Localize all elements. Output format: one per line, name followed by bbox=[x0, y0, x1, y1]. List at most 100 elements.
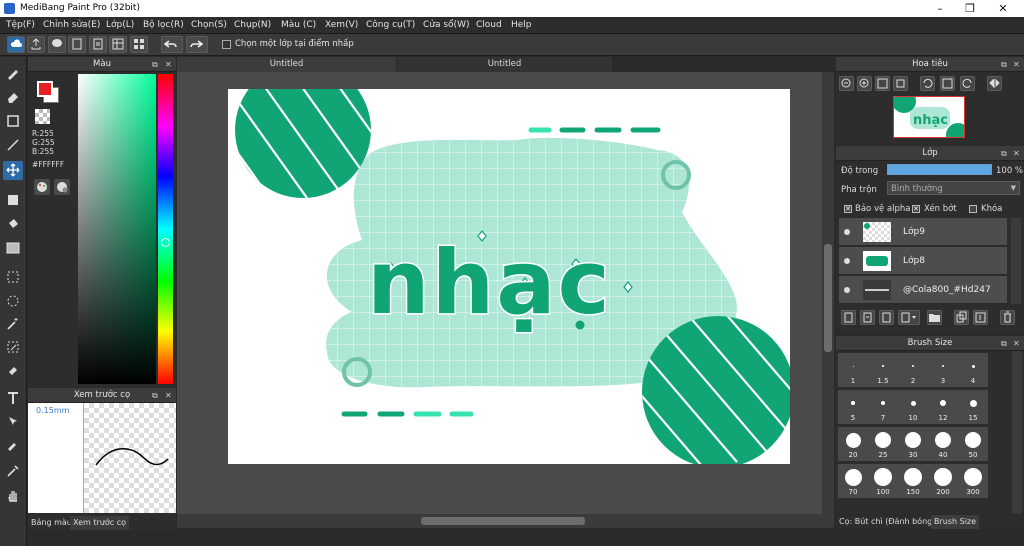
brush-size-scrollbar[interactable] bbox=[1012, 351, 1022, 514]
visibility-icon[interactable] bbox=[844, 258, 850, 264]
tab-palette[interactable]: Bảng màu bbox=[28, 516, 75, 530]
magic-wand-tool[interactable] bbox=[3, 315, 23, 334]
select-layer-at-click-checkbox[interactable] bbox=[222, 40, 231, 49]
move-tool[interactable] bbox=[3, 161, 23, 180]
fill-tool[interactable] bbox=[3, 191, 23, 210]
add-halftone-layer-button[interactable] bbox=[860, 310, 875, 325]
brush-size-cell[interactable]: 40 bbox=[928, 427, 958, 461]
layer-row[interactable]: Lớp8 bbox=[839, 247, 1007, 275]
undock-icon[interactable]: ⧉ bbox=[1001, 57, 1007, 72]
brush-size-cell[interactable]: 30 bbox=[898, 427, 928, 461]
vertical-scrollbar[interactable] bbox=[822, 72, 834, 514]
brush-size-cell[interactable]: 2 bbox=[898, 353, 928, 387]
line-tool[interactable] bbox=[3, 136, 23, 155]
tab-brush[interactable]: Cọ: Bút chì (Đánh bóng) bbox=[836, 515, 938, 529]
tab-brush-preview[interactable]: Xem trước cọ bbox=[70, 516, 130, 530]
navigator-thumbnail[interactable]: nhạc bbox=[892, 89, 970, 147]
brush-size-cell[interactable]: 10 bbox=[898, 390, 928, 424]
brush-size-cell[interactable]: 5 bbox=[838, 390, 868, 424]
select-eraser-tool[interactable] bbox=[3, 361, 23, 380]
upload-button[interactable] bbox=[27, 36, 45, 53]
brush-size-cell[interactable]: 150 bbox=[898, 464, 928, 498]
menu-capture[interactable]: Chụp(N) bbox=[234, 20, 271, 30]
shape-tool[interactable] bbox=[3, 112, 23, 131]
panel-close-icon[interactable]: ✕ bbox=[1013, 57, 1020, 72]
reset-rotation-button[interactable] bbox=[940, 76, 955, 91]
panel-close-icon[interactable]: ✕ bbox=[1013, 336, 1020, 351]
close-button[interactable]: ✕ bbox=[988, 0, 1018, 17]
brush-size-cell[interactable]: 3 bbox=[928, 353, 958, 387]
delete-layer-button[interactable] bbox=[1000, 310, 1015, 325]
layer-row[interactable]: Lớp9 bbox=[839, 218, 1007, 246]
menu-edit[interactable]: Chỉnh sửa(E) bbox=[43, 20, 100, 30]
grid-button[interactable] bbox=[109, 36, 127, 53]
menu-filter[interactable]: Bộ lọc(R) bbox=[143, 20, 184, 30]
blend-mode-select[interactable]: Bình thường ▼ bbox=[887, 181, 1020, 195]
brush-size-cell[interactable]: 300 bbox=[958, 464, 988, 498]
brush-size-cell[interactable]: 15 bbox=[958, 390, 988, 424]
canvas-workspace[interactable]: nhạc bbox=[177, 72, 822, 514]
comment-button[interactable] bbox=[48, 36, 66, 53]
zoom-in-button[interactable] bbox=[857, 76, 872, 91]
protect-alpha-checkbox[interactable]: ✕ bbox=[844, 205, 852, 213]
add-layer-button[interactable] bbox=[841, 310, 856, 325]
transparent-color-swatch[interactable] bbox=[35, 109, 50, 124]
menu-help[interactable]: Help bbox=[511, 20, 532, 30]
doc-tab-1[interactable]: Untitled bbox=[177, 57, 396, 72]
text-tool[interactable] bbox=[3, 389, 23, 408]
gradient-tool[interactable] bbox=[3, 239, 23, 258]
lasso-tool[interactable] bbox=[3, 292, 23, 311]
brush-size-cell[interactable]: 12 bbox=[928, 390, 958, 424]
brush-size-cell[interactable]: 100 bbox=[868, 464, 898, 498]
redo-button[interactable] bbox=[186, 36, 208, 53]
panel-close-icon[interactable]: ✕ bbox=[1013, 146, 1020, 161]
brush-size-cell[interactable]: 25 bbox=[868, 427, 898, 461]
brush-size-cell[interactable]: 4 bbox=[958, 353, 988, 387]
panel-close-icon[interactable]: ✕ bbox=[165, 57, 172, 72]
add-folder-button[interactable] bbox=[927, 310, 942, 325]
undock-icon[interactable]: ⧉ bbox=[1001, 336, 1007, 351]
layer-row[interactable]: @Cola800_#Hd247 bbox=[839, 276, 1007, 304]
primary-color-front[interactable] bbox=[37, 81, 53, 97]
visibility-icon[interactable] bbox=[844, 229, 850, 235]
tab-brush-size[interactable]: Brush Size bbox=[931, 515, 980, 529]
brush-size-cell[interactable]: 1 bbox=[838, 353, 868, 387]
layer-scrollbar[interactable] bbox=[1011, 218, 1021, 304]
brush-size-cell[interactable]: 200 bbox=[928, 464, 958, 498]
menu-tools[interactable]: Công cụ(T) bbox=[366, 20, 415, 30]
panel-close-icon[interactable]: ✕ bbox=[165, 388, 172, 403]
palette-settings-button[interactable] bbox=[54, 179, 70, 195]
saturation-value-picker[interactable] bbox=[78, 74, 156, 384]
clip-checkbox[interactable]: ✕ bbox=[912, 205, 920, 213]
select-tool[interactable] bbox=[3, 268, 23, 287]
horizontal-scroll-thumb[interactable] bbox=[421, 517, 585, 525]
flip-horizontal-button[interactable] bbox=[987, 76, 1002, 91]
brush-size-cell[interactable]: 50 bbox=[958, 427, 988, 461]
zoom-out-button[interactable] bbox=[839, 76, 854, 91]
operation-tool[interactable] bbox=[3, 412, 23, 431]
eyedropper-tool[interactable] bbox=[3, 435, 23, 454]
brush-size-cell[interactable]: 7 bbox=[868, 390, 898, 424]
hue-slider-handle[interactable] bbox=[161, 238, 170, 247]
minimize-button[interactable]: – bbox=[925, 0, 955, 17]
menu-color[interactable]: Màu (C) bbox=[281, 20, 316, 30]
maximize-button[interactable]: ❐ bbox=[955, 0, 985, 17]
undock-icon[interactable]: ⧉ bbox=[1001, 146, 1007, 161]
menu-cloud[interactable]: Cloud bbox=[476, 20, 502, 30]
menu-window[interactable]: Cửa sổ(W) bbox=[423, 20, 469, 30]
dropper-tool[interactable] bbox=[3, 462, 23, 481]
opacity-slider[interactable] bbox=[887, 164, 992, 175]
rotate-left-button[interactable] bbox=[920, 76, 935, 91]
doc-tab-2[interactable]: Untitled bbox=[397, 57, 612, 72]
layer-type-dropdown[interactable] bbox=[898, 310, 920, 325]
rotate-right-button[interactable] bbox=[960, 76, 975, 91]
visibility-icon[interactable] bbox=[844, 287, 850, 293]
duplicate-layer-button[interactable] bbox=[954, 310, 969, 325]
lock-checkbox[interactable] bbox=[969, 205, 977, 213]
page-button[interactable] bbox=[89, 36, 107, 53]
hue-slider[interactable] bbox=[158, 74, 173, 384]
new-document-button[interactable] bbox=[68, 36, 86, 53]
undo-button[interactable] bbox=[161, 36, 183, 53]
menu-layer[interactable]: Lớp(L) bbox=[106, 20, 134, 30]
eraser-tool[interactable] bbox=[3, 88, 23, 107]
